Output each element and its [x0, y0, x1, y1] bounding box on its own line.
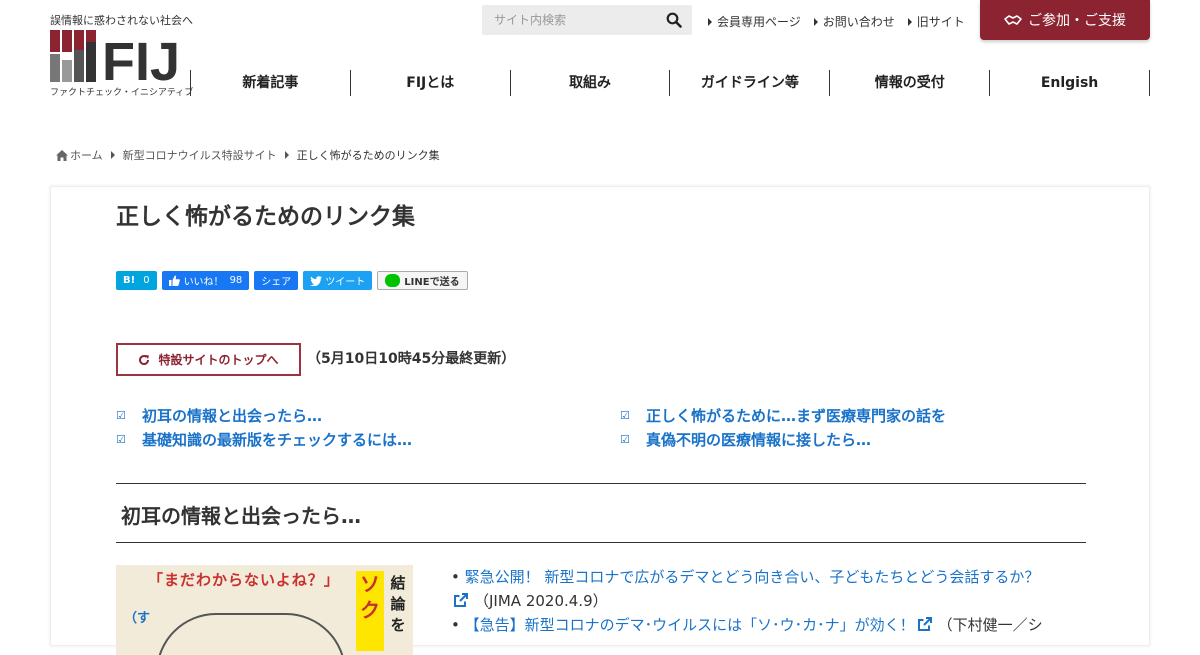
nav-item-english[interactable]: Enlgish — [990, 70, 1150, 96]
link-sokuna-article[interactable]: 【急告】新型コロナのデマ･ウイルスには「ソ･ウ･カ･ナ」が効く！ — [465, 616, 915, 634]
list-item: • 【急告】新型コロナのデマ･ウイルスには「ソ･ウ･カ･ナ」が効く！ （下村健一／… — [451, 616, 1043, 634]
caret-right-icon — [907, 17, 912, 26]
thumbnail-side-text: 結論を — [390, 574, 406, 634]
list-item: • 緊急公開！ 新型コロナで広がるデマとどう向き合い、子どもたちとどう会話するか… — [451, 568, 1040, 586]
checkbox-icon: ☑ — [620, 433, 630, 446]
svg-text:FIJ: FIJ — [102, 32, 180, 92]
caret-right-icon — [813, 17, 818, 26]
section-title: 初耳の情報と出会ったら… — [121, 504, 361, 528]
search-icon[interactable] — [666, 12, 682, 28]
thumbs-up-icon — [168, 275, 180, 286]
page-title: 正しく怖がるためのリンク集 — [116, 204, 415, 230]
last-updated-note: （5月10日10時45分最終更新） — [307, 351, 516, 367]
thumbnail-highlight: ソク — [356, 571, 384, 651]
top-links: 会員専用ページ お問い合わせ 旧サイト — [708, 13, 965, 30]
breadcrumb-parent[interactable]: 新型コロナウイルス特設サイト — [123, 147, 277, 163]
line-icon — [385, 274, 401, 287]
external-link-icon[interactable] — [453, 593, 468, 608]
checkbox-icon: ☑ — [620, 409, 630, 422]
checkbox-icon: ☑ — [116, 409, 126, 422]
old-site-link[interactable]: 旧サイト — [907, 13, 965, 30]
chevron-right-icon — [110, 151, 115, 159]
toc-item-unverified[interactable]: ☑ 真偽不明の医療情報に接したら… — [620, 429, 871, 450]
hatena-bookmark-button[interactable]: B! 0 — [116, 271, 157, 290]
section-header: 初耳の情報と出会ったら… — [116, 483, 1086, 543]
thumbnail-illustration — [156, 613, 346, 655]
article-thumbnail[interactable]: 「まだわからないよね？」 （す ソク 結論を — [116, 565, 413, 655]
contact-link[interactable]: お問い合わせ — [813, 13, 895, 30]
thumbnail-headline: 「まだわからないよね？」 — [148, 571, 340, 589]
join-support-button[interactable]: ご参加・ご支援 — [980, 0, 1150, 40]
facebook-like-button[interactable]: いいね！ 98 — [161, 271, 250, 290]
special-site-top-button[interactable]: 特設サイトのトップへ — [116, 343, 301, 376]
line-share-button[interactable]: LINEで送る — [377, 271, 468, 290]
toc-item-basics[interactable]: ☑ 基礎知識の最新版をチェックするには… — [116, 429, 412, 450]
link-jima-article[interactable]: 緊急公開！ 新型コロナで広がるデマとどう向き合い、子どもたちとどう会話するか？ — [465, 568, 1040, 586]
facebook-share-button[interactable]: シェア — [254, 271, 299, 290]
site-search — [482, 5, 692, 35]
logo-subtitle: ファクトチェック・イニシアティブ — [50, 88, 194, 98]
list-item: （JIMA 2020.4.9） — [451, 589, 1111, 613]
member-page-link[interactable]: 会員専用ページ — [708, 13, 801, 30]
home-icon — [56, 149, 68, 161]
share-buttons: B! 0 いいね！ 98 シェア ツイート LINEで送る — [116, 271, 468, 290]
link-list: • 緊急公開！ 新型コロナで広がるデマとどう向き合い、子どもたちとどう会話するか… — [451, 565, 1111, 637]
search-input[interactable] — [482, 5, 652, 35]
breadcrumb: ホーム 新型コロナウイルス特設サイト 正しく怖がるためのリンク集 — [56, 147, 440, 163]
checkbox-icon: ☑ — [116, 433, 126, 446]
article-card: 正しく怖がるためのリンク集 B! 0 いいね！ 98 シェア ツイート LINEで送… — [50, 186, 1150, 655]
twitter-bird-icon — [310, 275, 323, 286]
refresh-icon — [139, 354, 150, 365]
handshake-icon — [1004, 15, 1022, 25]
breadcrumb-current: 正しく怖がるためのリンク集 — [296, 149, 440, 162]
tweet-button[interactable]: ツイート — [303, 271, 373, 290]
site-tagline: 誤情報に惑わされない社会へ — [50, 14, 193, 27]
nav-item-news[interactable]: 新着記事 — [190, 70, 351, 96]
nav-item-activities[interactable]: 取組み — [511, 70, 671, 96]
breadcrumb-home[interactable]: ホーム — [70, 147, 103, 163]
toc-item-new-info[interactable]: ☑ 初耳の情報と出会ったら… — [116, 405, 322, 426]
thumbnail-left-text: （す — [124, 611, 151, 626]
site-header: 誤情報に惑わされない社会へ FIJ ファクトチェック・イニシアティブ 会員専用ペ… — [0, 0, 1200, 110]
toc-item-experts[interactable]: ☑ 正しく怖がるために…まず医療専門家の話を — [620, 405, 946, 426]
nav-item-about[interactable]: FIJとは — [351, 70, 511, 96]
main-nav: 新着記事 FIJとは 取組み ガイドライン等 情報の受付 Enlgish — [190, 70, 1150, 96]
chevron-right-icon — [284, 151, 289, 159]
caret-right-icon — [708, 17, 712, 26]
nav-item-guidelines[interactable]: ガイドライン等 — [670, 70, 831, 96]
nav-item-submissions[interactable]: 情報の受付 — [830, 70, 991, 96]
